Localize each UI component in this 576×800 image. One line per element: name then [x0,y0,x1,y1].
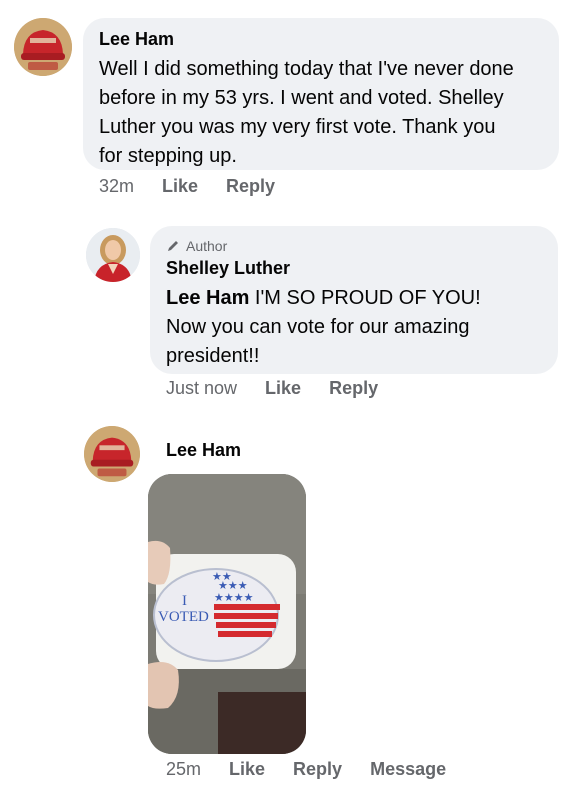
avatar[interactable] [86,228,140,282]
photo-comment-actions: 25m Like Reply Message [166,759,474,780]
pencil-icon [168,241,178,251]
comment-bubble: Lee Ham Well I did something today that … [83,18,559,170]
voted-sticker-photo[interactable]: ★★ ★★★ ★★★★ I VOTED [148,474,306,754]
author-badge: Author [166,237,542,255]
reply-bubble: Author Shelley Luther Lee Ham I'M SO PRO… [150,226,558,374]
like-button[interactable]: Like [265,378,301,399]
tagged-user-link[interactable]: Lee Ham [166,287,249,309]
reply-author[interactable]: Shelley Luther [166,257,542,279]
trump-hat-avatar-icon [84,426,140,482]
comment-author[interactable]: Lee Ham [99,28,543,50]
i-voted-sticker-image: ★★ ★★★ ★★★★ I VOTED [148,474,306,754]
sticker-voted-text: VOTED [158,609,209,625]
photo-comment-author[interactable]: Lee Ham [166,439,241,461]
svg-text:★★★★: ★★★★ [214,591,254,604]
avatar[interactable] [14,18,72,76]
reply-button[interactable]: Reply [293,759,342,780]
author-badge-label: Author [186,238,228,254]
message-button[interactable]: Message [370,759,446,780]
reply-button[interactable]: Reply [329,378,378,399]
photo-comment-timestamp[interactable]: 25m [166,759,201,780]
sticker-letter-i: I [182,593,187,609]
like-button[interactable]: Like [229,759,265,780]
reply-timestamp[interactable]: Just now [166,378,237,399]
like-button[interactable]: Like [162,176,198,197]
avatar[interactable] [84,426,140,482]
reply-text: Lee Ham I'M SO PROUD OF YOU! Now you can… [166,284,526,371]
trump-hat-avatar-icon [14,18,72,76]
comment-text: Well I did something today that I've nev… [99,58,514,167]
comment-actions: 32m Like Reply [99,176,303,197]
comment-timestamp[interactable]: 32m [99,176,134,197]
reply-button[interactable]: Reply [226,176,275,197]
woman-portrait-avatar-icon [86,228,140,282]
reply-actions: Just now Like Reply [166,378,406,399]
